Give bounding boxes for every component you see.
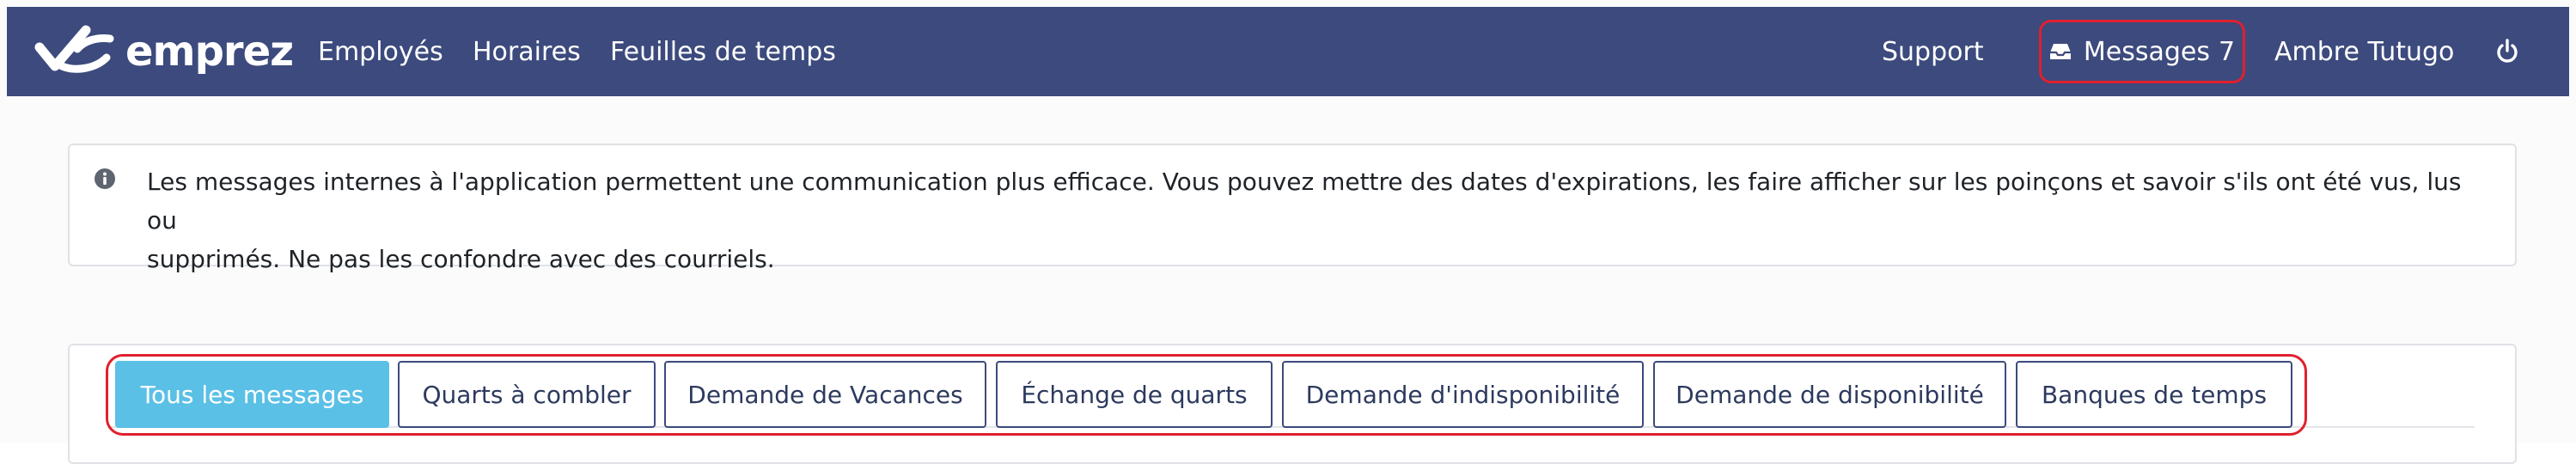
tab-echange-de-quarts[interactable]: Échange de quarts — [996, 361, 1273, 428]
tab-quarts-a-combler[interactable]: Quarts à combler — [398, 361, 656, 428]
alert-line-2: supprimés. Ne pas les confondre avec des… — [147, 245, 775, 273]
emprez-logo-icon — [33, 21, 119, 82]
page-frame: emprez Employés Horaires Feuilles de tem… — [0, 0, 2576, 464]
alert-line-1: Les messages internes à l'application pe… — [147, 168, 2462, 235]
info-icon — [94, 168, 116, 193]
messages-count: 7 — [2219, 36, 2236, 67]
nav-link-feuilles-de-temps[interactable]: Feuilles de temps — [610, 7, 836, 96]
nav-link-employes[interactable]: Employés — [318, 7, 443, 96]
top-navbar: emprez Employés Horaires Feuilles de tem… — [7, 7, 2569, 96]
inbox-icon — [2049, 42, 2072, 61]
tab-tous-les-messages[interactable]: Tous les messages — [115, 361, 389, 428]
user-menu[interactable]: Ambre Tutugo — [2274, 7, 2454, 96]
tab-demande-indisponibilite[interactable]: Demande d'indisponibilité — [1282, 361, 1644, 428]
power-icon[interactable] — [2495, 7, 2519, 96]
nav-link-support[interactable]: Support — [1882, 7, 1984, 96]
nav-link-horaires[interactable]: Horaires — [473, 7, 581, 96]
tab-demande-de-vacances[interactable]: Demande de Vacances — [664, 361, 986, 428]
info-alert: Les messages internes à l'application pe… — [68, 143, 2517, 273]
tab-demande-de-disponibilite[interactable]: Demande de disponibilité — [1653, 361, 2006, 428]
tab-banques-de-temps[interactable]: Banques de temps — [2016, 361, 2292, 428]
messages-label: Messages — [2083, 36, 2211, 67]
alert-message: Les messages internes à l'application pe… — [147, 162, 2493, 278]
messages-button[interactable]: Messages 7 — [2039, 20, 2245, 83]
brand-name: emprez — [125, 27, 294, 76]
brand-logo[interactable]: emprez — [33, 19, 294, 84]
